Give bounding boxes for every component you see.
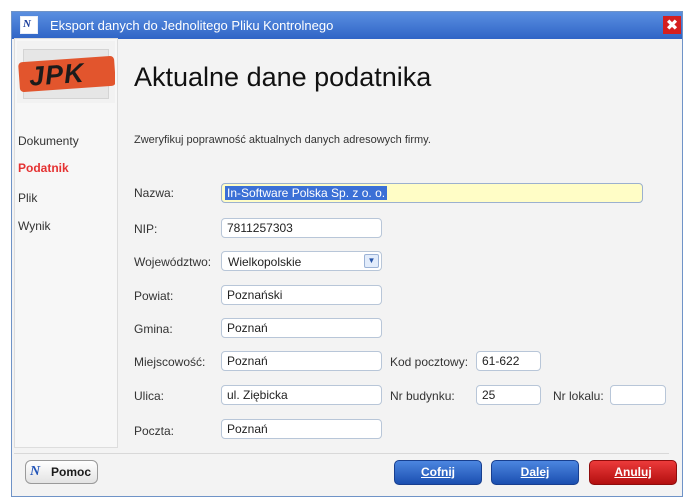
cancel-button[interactable]: Anuluj — [589, 460, 677, 485]
nr-budynku-label: Nr budynku: — [390, 389, 455, 403]
gmina-field[interactable] — [221, 318, 382, 338]
sidebar-item-wynik[interactable]: Wynik — [18, 219, 51, 233]
next-button[interactable]: Dalej — [491, 460, 579, 485]
window-title: Eksport danych do Jednolitego Pliku Kont… — [50, 18, 334, 33]
nazwa-value: In-Software Polska Sp. z o. o. — [225, 186, 388, 200]
nr-budynku-field[interactable] — [476, 385, 541, 405]
wojewodztwo-value: Wielkopolskie — [228, 255, 302, 269]
sidebar: JPK Dokumenty Podatnik Plik Wynik — [14, 38, 118, 448]
app-logo-icon: N — [20, 16, 38, 34]
nazwa-label: Nazwa: — [134, 186, 175, 200]
page-title: Aktualne dane podatnika — [134, 62, 432, 92]
powiat-field[interactable] — [221, 285, 382, 305]
jpk-logo-text: JPK — [28, 57, 86, 92]
nip-field[interactable] — [221, 218, 382, 238]
close-icon[interactable]: ✖ — [663, 16, 681, 34]
sidebar-item-dokumenty[interactable]: Dokumenty — [18, 134, 79, 148]
nazwa-field[interactable]: In-Software Polska Sp. z o. o. — [221, 183, 643, 203]
nr-lokalu-label: Nr lokalu: — [553, 389, 604, 403]
sidebar-item-plik[interactable]: Plik — [18, 191, 37, 205]
help-button[interactable]: N Pomoc — [25, 460, 98, 484]
chevron-down-icon[interactable]: ▼ — [364, 254, 379, 268]
kod-pocztowy-label: Kod pocztowy: — [390, 355, 469, 369]
jpk-logo: JPK — [17, 41, 115, 103]
wojewodztwo-select[interactable]: Wielkopolskie ▼ — [221, 251, 382, 271]
gmina-label: Gmina: — [134, 322, 173, 336]
help-button-label: Pomoc — [51, 465, 92, 479]
ulica-field[interactable] — [221, 385, 382, 405]
miejscowosc-field[interactable] — [221, 351, 382, 371]
instruction-text: Zweryfikuj poprawność aktualnych danych … — [134, 134, 431, 146]
poczta-label: Poczta: — [134, 424, 175, 438]
wojewodztwo-label: Województwo: — [134, 255, 212, 269]
ulica-label: Ulica: — [134, 389, 165, 403]
title-bar: N Eksport danych do Jednolitego Pliku Ko… — [12, 12, 682, 39]
back-button[interactable]: Cofnij — [394, 460, 482, 485]
footer-divider — [14, 453, 669, 454]
nr-lokalu-field[interactable] — [610, 385, 666, 405]
help-icon: N — [30, 464, 41, 479]
sidebar-item-podatnik[interactable]: Podatnik — [18, 161, 69, 175]
miejscowosc-label: Miejscowość: — [134, 355, 206, 369]
nip-label: NIP: — [134, 222, 158, 236]
powiat-label: Powiat: — [134, 289, 174, 303]
poczta-field[interactable] — [221, 419, 382, 439]
kod-pocztowy-field[interactable] — [476, 351, 541, 371]
